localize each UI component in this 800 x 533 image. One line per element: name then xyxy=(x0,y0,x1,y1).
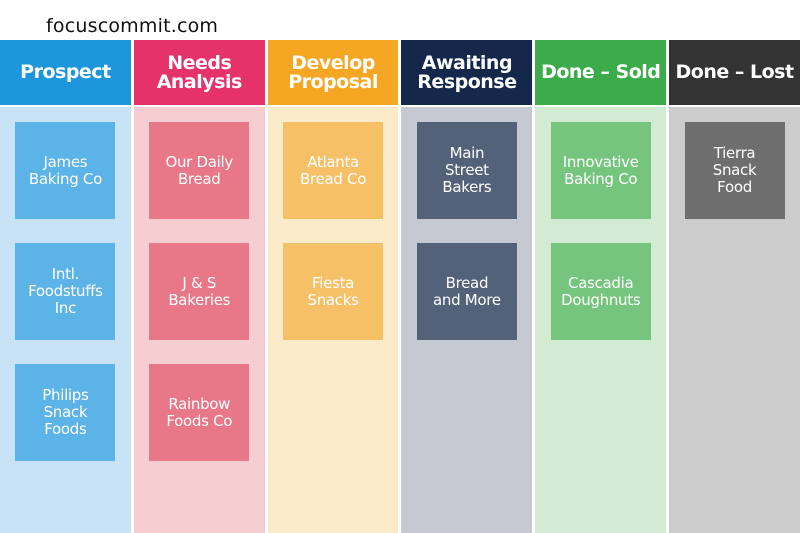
column-body: Tierra Snack Food xyxy=(669,107,800,533)
column-done-sold: Done – Sold Innovative Baking Co Cascadia … xyxy=(535,40,667,533)
column-header: Needs Analysis xyxy=(133,40,265,105)
deal-card[interactable]: Our Daily Bread xyxy=(149,122,250,219)
column-body: Innovative Baking Co Cascadia Doughnuts xyxy=(535,107,667,533)
deal-card[interactable]: J & S Bakeries xyxy=(149,243,250,340)
deal-card[interactable]: Tierra Snack Food xyxy=(684,122,785,219)
deal-card[interactable]: Innovative Baking Co xyxy=(550,122,651,219)
deal-card[interactable]: Bread and More xyxy=(416,243,517,340)
column-header: Done – Sold xyxy=(535,40,667,105)
column-needs-analysis: Needs Analysis Our Daily Bread J & S Baker… xyxy=(133,40,265,533)
column-header: Develop Proposal xyxy=(267,40,399,105)
column-body: James Baking Co Intl. Foodstuffs Inc Phili… xyxy=(0,107,131,533)
column-develop-proposal: Develop Proposal Atlanta Bread Co Fiesta S… xyxy=(267,40,399,533)
deal-card[interactable]: Philips Snack Foods xyxy=(15,364,116,461)
deal-card[interactable]: Atlanta Bread Co xyxy=(283,122,384,219)
kanban-board: Prospect James Baking Co Intl. Foodstuffs … xyxy=(0,40,800,533)
column-header: Awaiting Response xyxy=(401,40,533,105)
deal-card[interactable]: Rainbow Foods Co xyxy=(149,364,250,461)
deal-card[interactable]: Main Street Bakers xyxy=(416,122,517,219)
column-done-lost: Done – Lost Tierra Snack Food xyxy=(669,40,800,533)
column-header: Done – Lost xyxy=(669,40,800,105)
column-prospect: Prospect James Baking Co Intl. Foodstuffs … xyxy=(0,40,131,533)
column-awaiting-response: Awaiting Response Main Street Bakers Bread… xyxy=(401,40,533,533)
site-label: focuscommit.com xyxy=(46,15,219,37)
column-body: Our Daily Bread J & S Bakeries Rainbow Foo… xyxy=(133,107,265,533)
column-header: Prospect xyxy=(0,40,131,105)
deal-card[interactable]: James Baking Co xyxy=(15,122,116,219)
deal-card[interactable]: Intl. Foodstuffs Inc xyxy=(15,243,116,340)
column-body: Main Street Bakers Bread and More xyxy=(401,107,533,533)
column-body: Atlanta Bread Co Fiesta Snacks xyxy=(267,107,399,533)
deal-card[interactable]: Fiesta Snacks xyxy=(283,243,384,340)
deal-card[interactable]: Cascadia Doughnuts xyxy=(550,243,651,340)
